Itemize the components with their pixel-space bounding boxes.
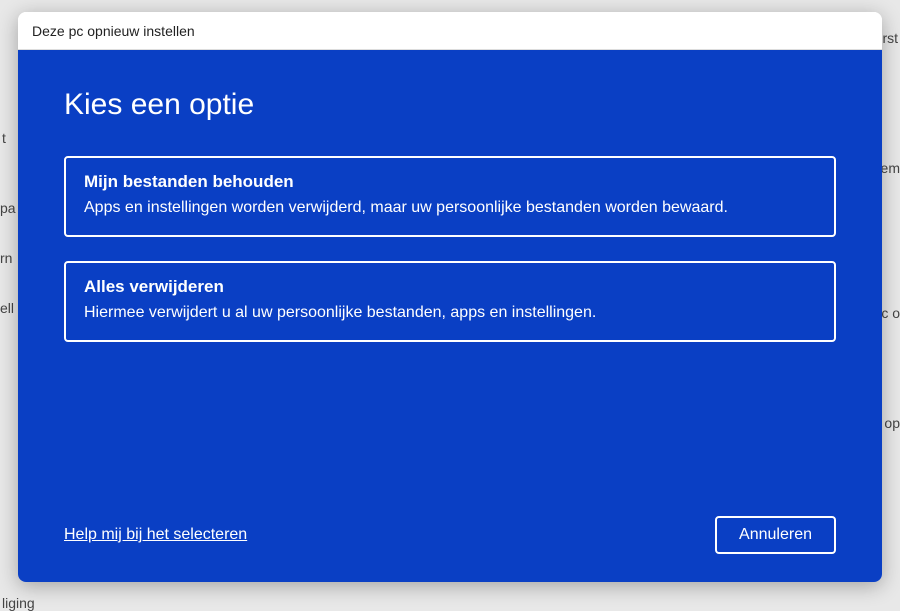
bg-fragment: ell [0, 300, 14, 316]
bg-fragment: t [2, 130, 6, 146]
bg-fragment: pa [0, 200, 16, 216]
option-remove-everything[interactable]: Alles verwijderen Hiermee verwijdert u a… [64, 261, 836, 342]
reset-pc-dialog: Deze pc opnieuw instellen Kies een optie… [18, 12, 882, 582]
option-title: Mijn bestanden behouden [84, 172, 816, 192]
dialog-body: Kies een optie Mijn bestanden behouden A… [18, 50, 882, 582]
option-description: Hiermee verwijdert u al uw persoonlijke … [84, 301, 816, 324]
cancel-button[interactable]: Annuleren [715, 516, 836, 554]
option-title: Alles verwijderen [84, 277, 816, 297]
dialog-heading: Kies een optie [64, 88, 836, 122]
dialog-footer: Help mij bij het selecteren Annuleren [64, 516, 836, 554]
dialog-title: Deze pc opnieuw instellen [32, 23, 195, 39]
option-keep-files[interactable]: Mijn bestanden behouden Apps en instelli… [64, 156, 836, 237]
bg-fragment: rn [0, 250, 12, 266]
dialog-title-bar: Deze pc opnieuw instellen [18, 12, 882, 50]
help-link[interactable]: Help mij bij het selecteren [64, 526, 247, 544]
option-description: Apps en instellingen worden verwijderd, … [84, 196, 816, 219]
bg-fragment: liging [2, 595, 35, 611]
